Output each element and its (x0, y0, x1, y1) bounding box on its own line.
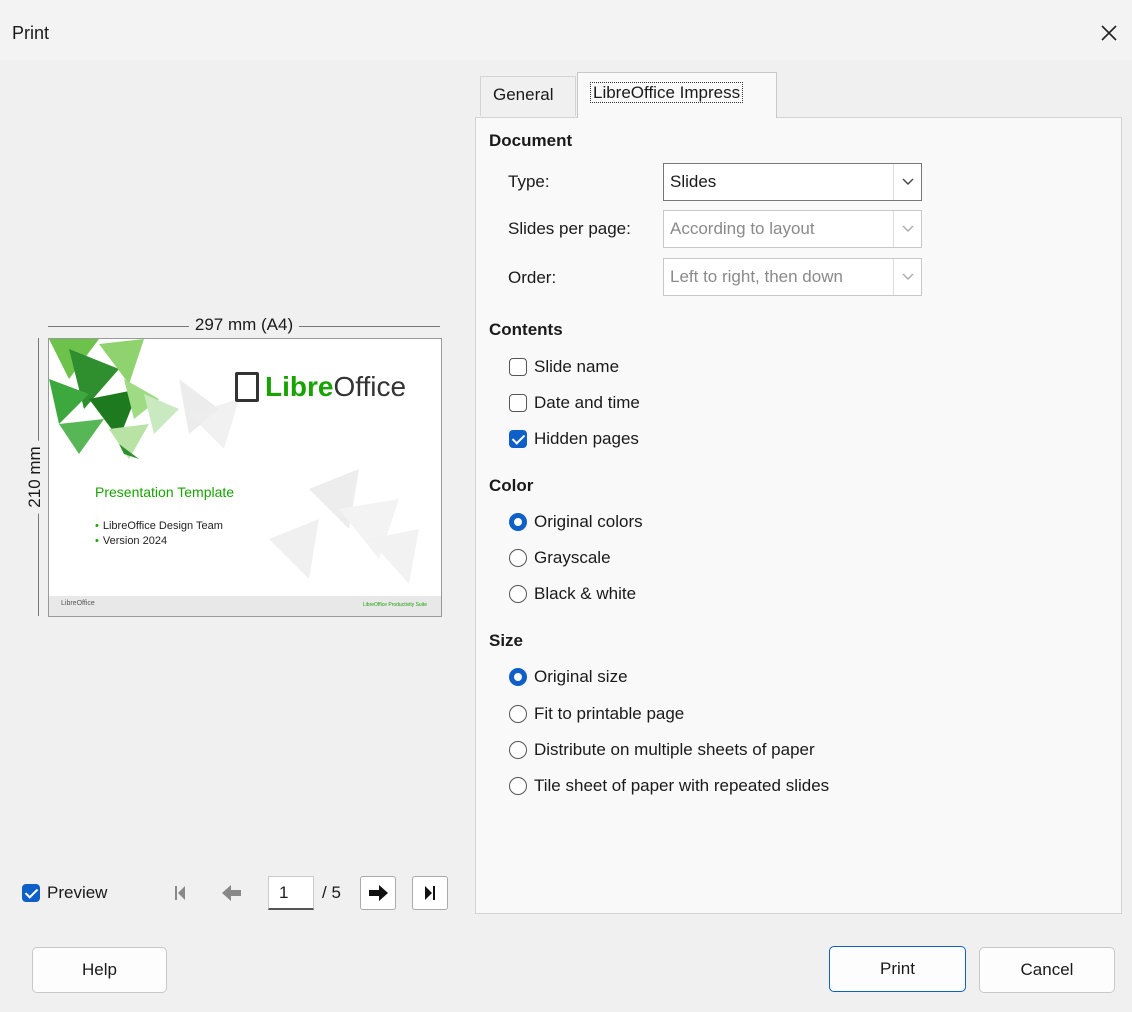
width-label: 297 mm (A4) (188, 315, 300, 335)
height-label: 210 mm (25, 440, 45, 514)
tab-libreoffice-impress[interactable]: LibreOffice Impress (577, 72, 777, 118)
slide-footer: LibreOffice LibreOffice Productivity Sui… (49, 596, 441, 616)
type-value: Slides (670, 172, 717, 191)
distribute-sheets-label: Distribute on multiple sheets of paper (534, 740, 815, 759)
chevron-down-icon (902, 178, 913, 185)
title-bar: Print (0, 0, 1132, 60)
date-and-time-checkbox-box[interactable] (509, 394, 527, 412)
tile-sheet-radio[interactable]: Tile sheet of paper with repeated slides (509, 773, 829, 799)
hidden-pages-label: Hidden pages (534, 429, 639, 448)
black-and-white-label: Black & white (534, 584, 637, 603)
page-total: / 5 (322, 883, 341, 902)
date-and-time-checkbox[interactable]: Date and time (509, 390, 640, 416)
window-title: Print (12, 23, 50, 43)
grayscale-radio[interactable]: Grayscale (509, 545, 611, 571)
fit-to-printable-page-radio-dot[interactable] (509, 705, 527, 723)
slide-preview: LibreOffice Presentation Template LibreO… (48, 338, 442, 617)
slides-per-page-value: According to layout (670, 219, 815, 238)
slide-name-label: Slide name (534, 357, 620, 376)
slides-per-page-label: Slides per page: (508, 219, 631, 238)
distribute-sheets-radio[interactable]: Distribute on multiple sheets of paper (509, 737, 815, 763)
slide-footer-left: LibreOffice (61, 600, 95, 607)
fit-to-printable-page-label: Fit to printable page (534, 704, 685, 723)
last-page-button[interactable] (412, 876, 448, 910)
type-select[interactable]: Slides (663, 163, 922, 201)
black-and-white-radio[interactable]: Black & white (509, 581, 636, 607)
preview-label: Preview (47, 883, 108, 902)
preview-checkbox-box[interactable] (22, 884, 40, 902)
slide-logo: Libre Office (235, 371, 406, 403)
distribute-sheets-radio-dot[interactable] (509, 741, 527, 759)
cancel-button[interactable]: Cancel (979, 947, 1115, 993)
slide-bullets: LibreOffice Design Team Version 2024 (95, 519, 223, 549)
width-dimension: 297 mm (A4) (48, 315, 440, 339)
first-page-icon (175, 886, 185, 900)
document-heading: Document (489, 131, 573, 150)
chevron-down-icon (902, 225, 913, 232)
original-colors-radio-dot[interactable] (509, 513, 527, 531)
hidden-pages-checkbox[interactable]: Hidden pages (509, 426, 639, 452)
type-label: Type: (508, 172, 550, 191)
help-button[interactable]: Help (32, 947, 167, 993)
arrow-left-icon (222, 885, 241, 901)
grayscale-radio-dot[interactable] (509, 549, 527, 567)
preview-checkbox[interactable]: Preview (22, 883, 107, 903)
slides-per-page-select[interactable]: According to layout (663, 210, 922, 248)
color-heading: Color (489, 476, 534, 495)
close-icon (1101, 25, 1117, 41)
previous-page-button[interactable] (214, 876, 250, 910)
last-page-icon (425, 886, 435, 900)
tab-libreoffice-impress-label: LibreOffice Impress (590, 82, 744, 103)
slide-footer-right: LibreOffice Productivity Suite (362, 602, 427, 608)
hidden-pages-checkbox-box[interactable] (509, 430, 527, 448)
document-icon (235, 372, 259, 402)
grayscale-label: Grayscale (534, 548, 611, 567)
original-size-radio[interactable]: Original size (509, 664, 628, 690)
tab-general[interactable]: General (480, 76, 576, 116)
fit-to-printable-page-radio[interactable]: Fit to printable page (509, 701, 684, 727)
order-value: Left to right, then down (670, 267, 843, 286)
next-page-button[interactable] (360, 876, 396, 910)
tile-sheet-label: Tile sheet of paper with repeated slides (534, 776, 830, 795)
black-and-white-radio-dot[interactable] (509, 585, 527, 603)
arrow-right-icon (369, 885, 388, 901)
original-size-label: Original size (534, 667, 628, 686)
first-page-button[interactable] (162, 876, 198, 910)
slide-bullet: Version 2024 (95, 534, 223, 549)
preview-controls: Preview 1 / 5 (22, 876, 462, 910)
print-button[interactable]: Print (829, 946, 966, 992)
close-button[interactable] (1086, 10, 1132, 56)
slide-name-checkbox[interactable]: Slide name (509, 354, 619, 380)
contents-heading: Contents (489, 320, 563, 339)
size-heading: Size (489, 631, 524, 650)
date-and-time-label: Date and time (534, 393, 640, 412)
original-colors-label: Original colors (534, 512, 643, 531)
height-dimension: 210 mm (22, 338, 46, 616)
page-number-input[interactable]: 1 (268, 876, 314, 910)
slide-bullet: LibreOffice Design Team (95, 519, 223, 534)
original-size-radio-dot[interactable] (509, 668, 527, 686)
order-label: Order: (508, 268, 557, 287)
slide-name-checkbox-box[interactable] (509, 358, 527, 376)
tile-sheet-radio-dot[interactable] (509, 777, 527, 795)
order-select[interactable]: Left to right, then down (663, 258, 922, 296)
original-colors-radio[interactable]: Original colors (509, 509, 643, 535)
slide-title: Presentation Template (95, 484, 235, 500)
chevron-down-icon (902, 273, 913, 280)
